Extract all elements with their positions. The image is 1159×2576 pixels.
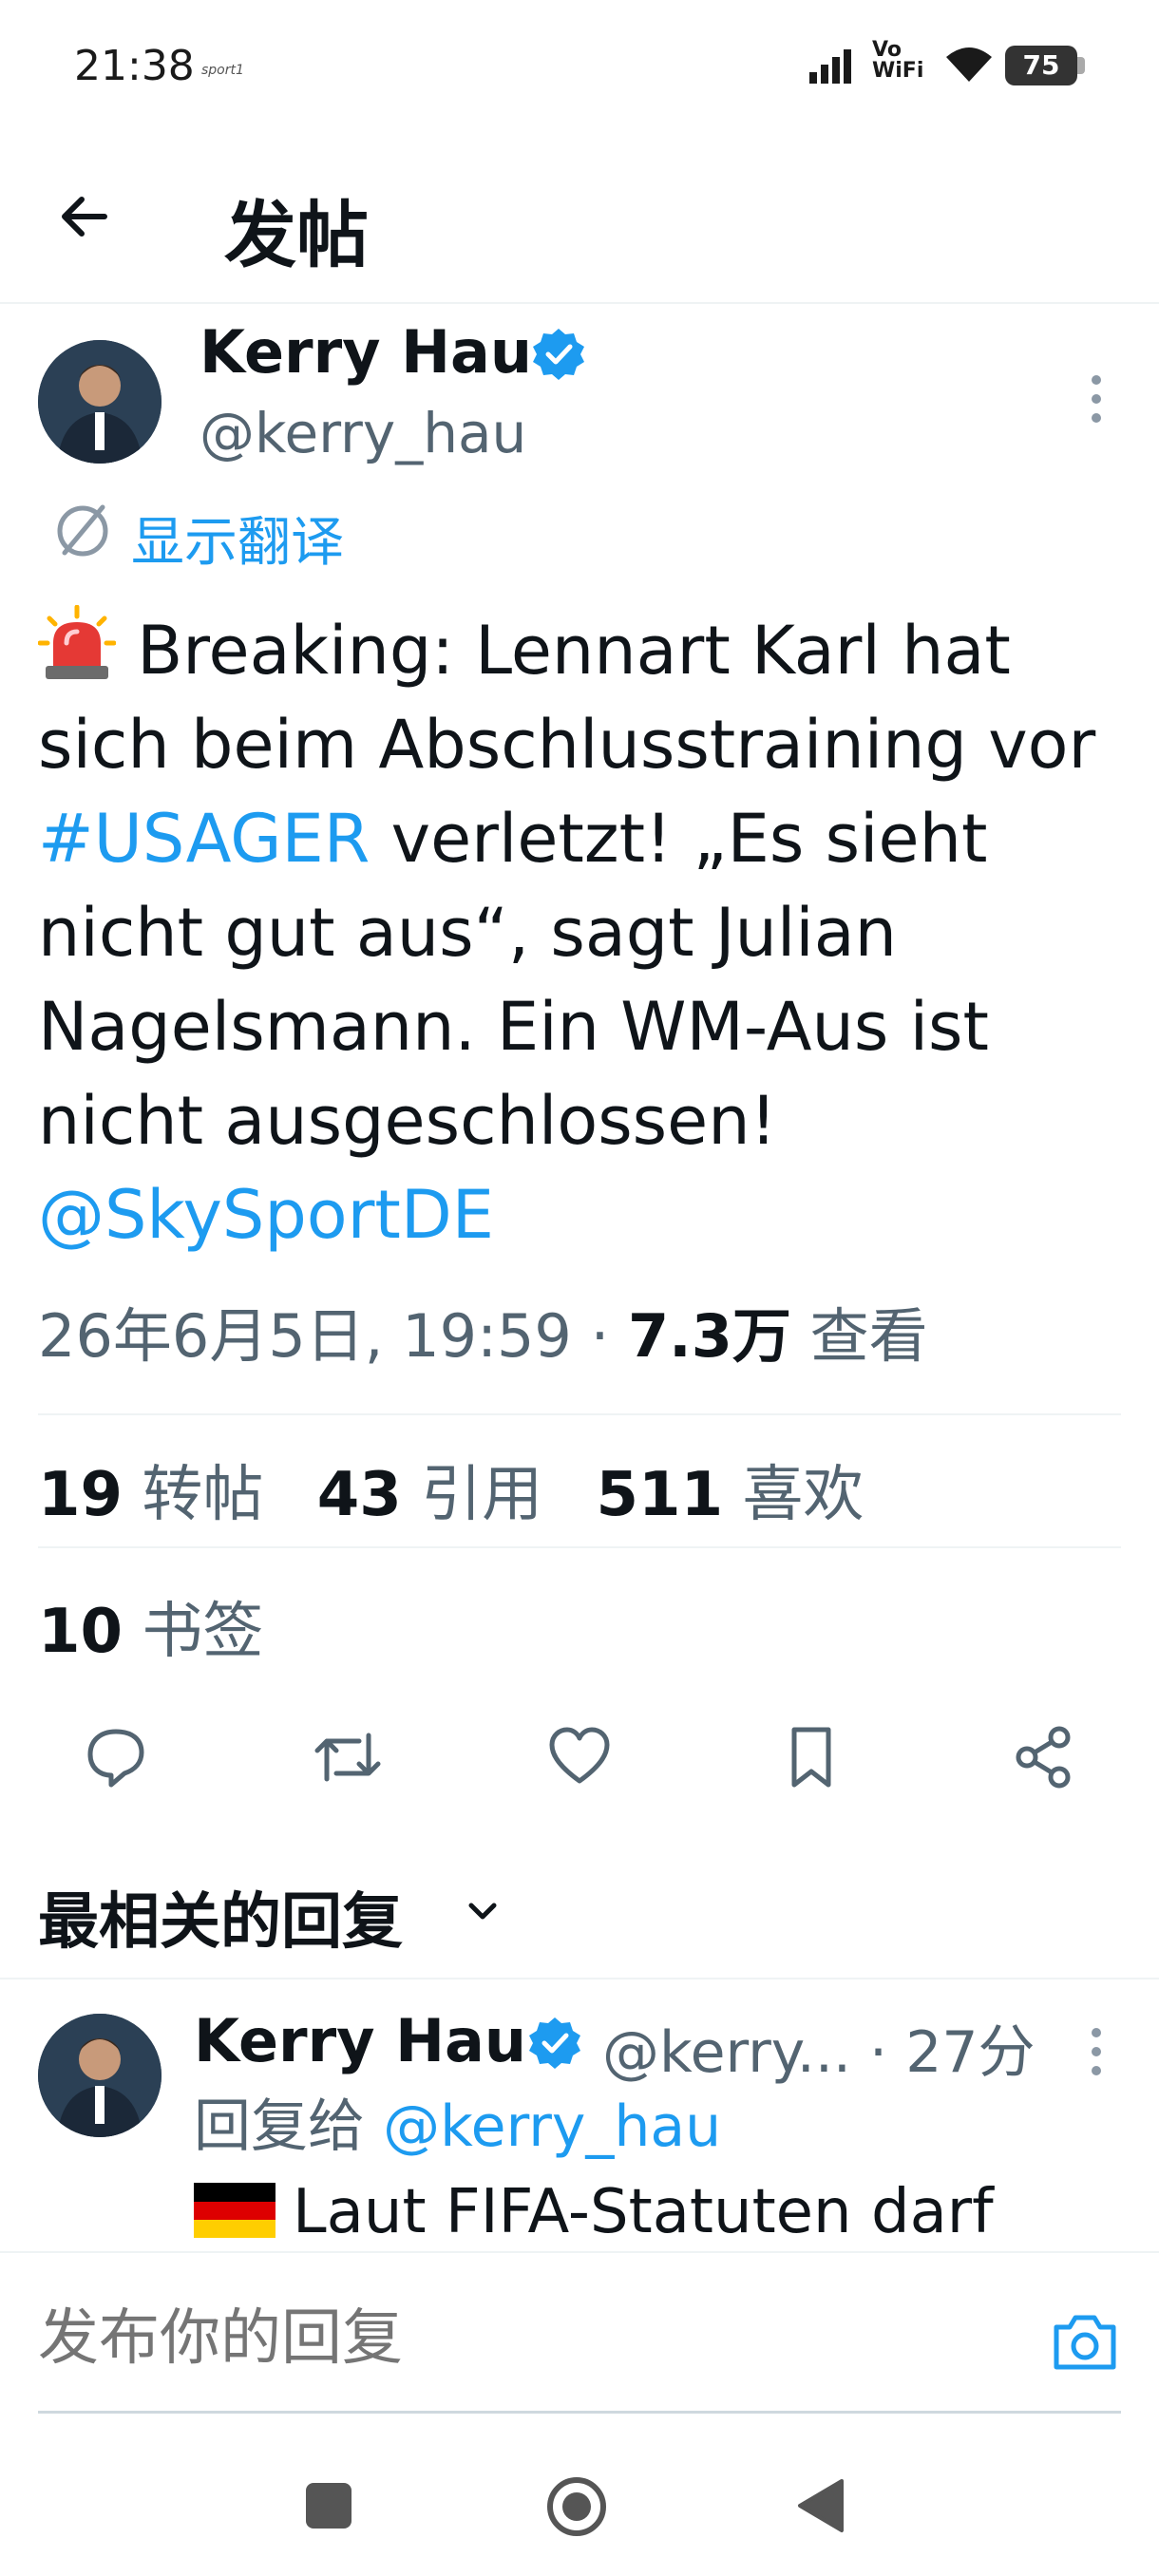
meta-divider: [38, 1413, 1121, 1415]
reply-time: · 27分: [850, 2019, 1036, 2086]
bookmarks-stat[interactable]: 10 书签: [38, 1582, 263, 1670]
tweet-text: Breaking: Lennart Karl hat sich beim Abs…: [38, 604, 1121, 1262]
vowifi-label: Vo WiFi: [872, 38, 924, 83]
engagement-stats: 19 转帖 43 引用 511 喜欢: [38, 1446, 898, 1533]
reply-input[interactable]: [38, 2301, 988, 2377]
verified-badge-icon: [533, 329, 584, 380]
battery-indicator: 75: [1005, 46, 1077, 85]
bookmark-icon: [791, 1727, 831, 1788]
signal-icon: [809, 49, 851, 84]
replying-to: 回复给 @kerry_hau: [194, 2093, 722, 2160]
siren-emoji-icon: [38, 605, 116, 679]
page-title: 发帖: [224, 193, 369, 277]
reply-button[interactable]: [78, 1719, 154, 1795]
view-count: 7.3万: [628, 1301, 791, 1371]
hashtag-link[interactable]: #USAGER: [38, 800, 370, 878]
back-arrow-icon[interactable]: [53, 186, 114, 247]
reply-text: Laut FIFA-Statuten darf: [194, 2177, 994, 2247]
quotes-stat[interactable]: 43 引用: [317, 1460, 542, 1530]
stats-divider: [38, 1546, 1121, 1548]
bookmark-button[interactable]: [773, 1719, 849, 1795]
status-time: 21:38: [74, 42, 195, 90]
home-button[interactable]: [545, 2475, 608, 2538]
germany-flag-icon: [194, 2183, 276, 2238]
avatar[interactable]: [38, 340, 162, 464]
share-button[interactable]: [1005, 1719, 1081, 1795]
reply-to-handle-link[interactable]: @kerry_hau: [383, 2093, 721, 2160]
author-handle[interactable]: @kerry_hau: [200, 401, 526, 465]
status-app-label: sport1: [201, 63, 244, 78]
header-divider: [0, 302, 1159, 304]
likes-stat[interactable]: 511 喜欢: [597, 1460, 864, 1530]
compose-underline: [38, 2411, 1121, 2414]
more-options-icon[interactable]: [1089, 370, 1104, 427]
show-translation-link[interactable]: 显示翻译: [131, 500, 344, 577]
retweet-icon: [314, 1733, 381, 1782]
heart-icon: [549, 1727, 610, 1784]
more-options-icon[interactable]: [1089, 2023, 1104, 2080]
retweet-button[interactable]: [310, 1719, 386, 1795]
retweets-stat[interactable]: 19 转帖: [38, 1460, 263, 1530]
mention-link[interactable]: @SkySportDE: [38, 1176, 494, 1254]
tweet-meta: 26年6月5日, 19:59 · 7.3万 查看: [38, 1288, 928, 1373]
author-name[interactable]: Kerry Hau: [200, 317, 532, 387]
tweet-text-part1: Breaking: Lennart Karl hat sich beim Abs…: [38, 612, 1096, 784]
share-icon: [1016, 1726, 1071, 1789]
wifi-icon: [946, 47, 992, 82]
reply-icon: [87, 1729, 144, 1788]
reply-author-handle: @kerry... · 27分: [602, 2019, 1036, 2086]
verified-badge-icon: [529, 2017, 580, 2069]
nav-back-button[interactable]: [794, 2477, 847, 2534]
recent-apps-button[interactable]: [306, 2483, 352, 2529]
reply-avatar[interactable]: [38, 2014, 162, 2137]
view-label: 查看: [790, 1301, 928, 1371]
reply-sort-label[interactable]: 最相关的回复: [38, 1873, 403, 1960]
meta-separator: ·: [571, 1301, 629, 1371]
tweet-timestamp: 26年6月5日, 19:59: [38, 1301, 572, 1371]
camera-icon[interactable]: [1051, 2312, 1119, 2373]
chevron-down-icon[interactable]: [464, 1892, 502, 1930]
like-button[interactable]: [542, 1719, 618, 1795]
battery-cap: [1077, 57, 1085, 74]
section-divider: [0, 1978, 1159, 1979]
reply-author-name[interactable]: Kerry Hau: [194, 2006, 526, 2075]
translate-icon[interactable]: [51, 500, 114, 562]
